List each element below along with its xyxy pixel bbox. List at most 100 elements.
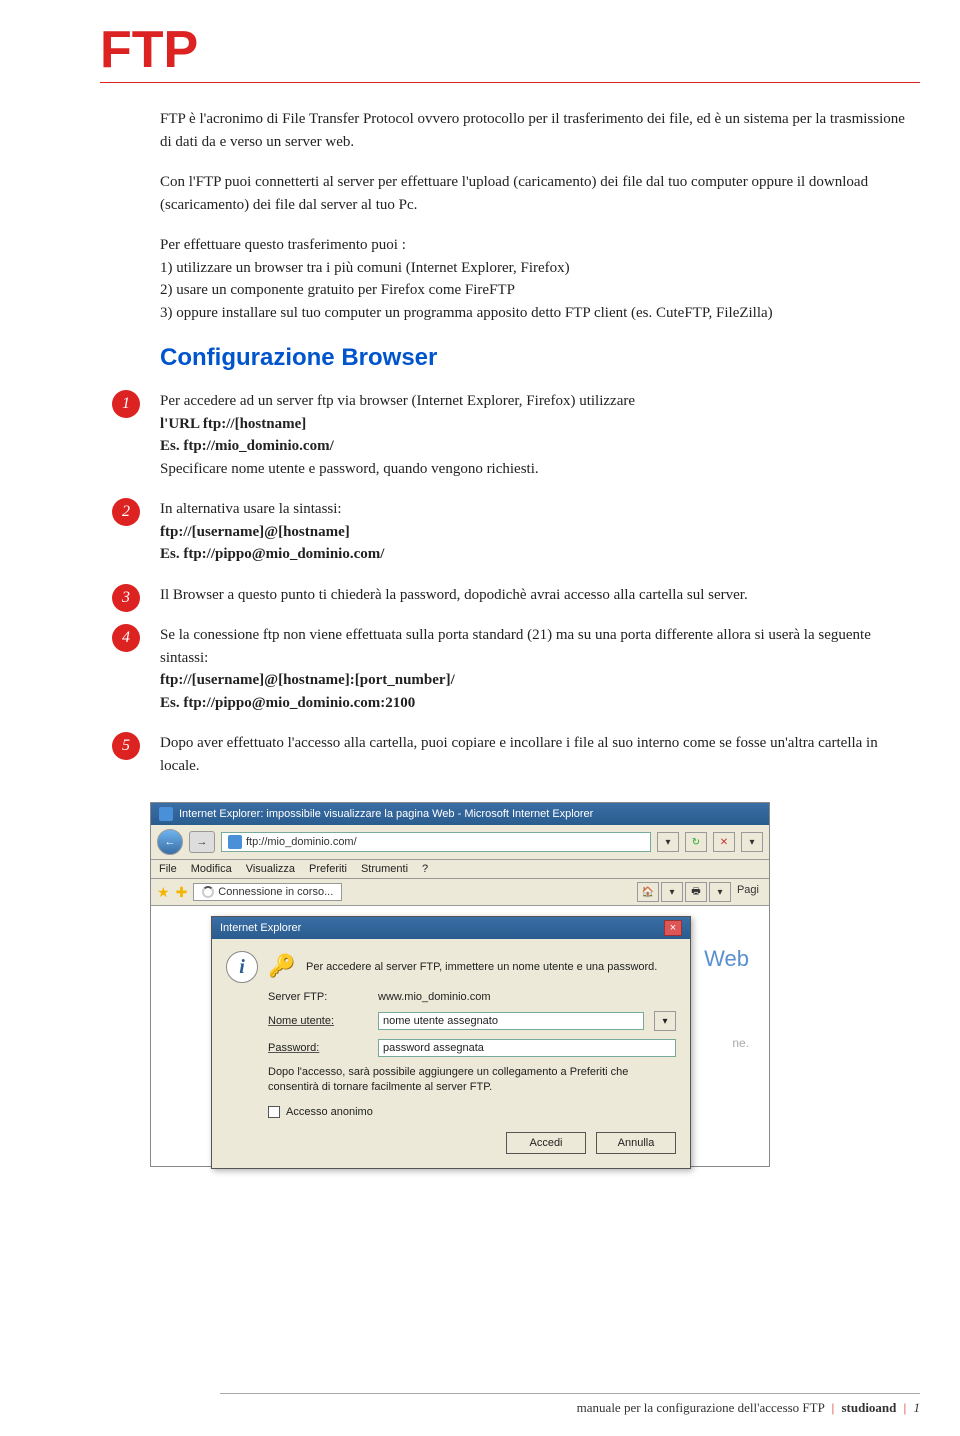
stop-button[interactable]: ✕ (713, 832, 735, 852)
content-area: FTP è l'acronimo di File Transfer Protoc… (100, 108, 920, 1167)
dialog-body: i Per accedere al server FTP, immettere … (212, 939, 690, 1168)
server-value: www.mio_dominio.com (378, 991, 490, 1003)
address-text: ftp://mio_dominio.com/ (246, 836, 357, 848)
menu-file[interactable]: File (159, 863, 177, 875)
anon-label: Accesso anonimo (286, 1106, 373, 1118)
gray-text: ne. (732, 1036, 749, 1050)
step-text: Se la conessione ftp non viene effettuat… (160, 624, 920, 714)
feeds-button[interactable]: ▾ (661, 882, 683, 902)
window-titlebar: Internet Explorer: impossibile visualizz… (151, 803, 769, 825)
user-input[interactable]: nome utente assegnato (378, 1012, 644, 1030)
page-title: FTP (100, 20, 920, 83)
step-line-bold: Es. ftp://pippo@mio_dominio.com/ (160, 546, 384, 562)
separator-icon: | (832, 1400, 835, 1415)
bullet-icon: 1 (112, 390, 140, 418)
step-line-bold: ftp://[username]@[hostname]:[port_number… (160, 672, 455, 688)
dialog-titlebar: Internet Explorer × (212, 917, 690, 939)
step-line: Il Browser a questo punto ti chiederà la… (160, 587, 748, 603)
step-text: Il Browser a questo punto ti chiederà la… (160, 584, 920, 607)
page-icon (228, 835, 242, 849)
step-3: 3 Il Browser a questo punto ti chiederà … (160, 584, 920, 607)
add-favorite-icon[interactable]: ✚ (176, 884, 188, 901)
pass-input[interactable]: password assegnata (378, 1039, 676, 1057)
print-button[interactable]: 🖶 (685, 882, 707, 902)
dialog-note: Dopo l'accesso, sarà possibile aggiunger… (268, 1065, 676, 1096)
address-bar[interactable]: ftp://mio_dominio.com/ (221, 832, 651, 852)
step-line-bold: Es. ftp://pippo@mio_dominio.com:2100 (160, 695, 415, 711)
user-label: Nome utente: (268, 1015, 368, 1027)
page-label: Pagi (733, 882, 763, 902)
refresh-button[interactable]: ↻ (685, 832, 707, 852)
menu-view[interactable]: Visualizza (246, 863, 295, 875)
pass-row: Password: password assegnata (268, 1039, 676, 1057)
ie-icon (159, 807, 173, 821)
step-line-bold: ftp://[username]@[hostname] (160, 524, 350, 540)
intro-paragraph-3: Per effettuare questo trasferimento puoi… (160, 234, 920, 324)
page-body: Web ne. Internet Explorer × i Per accede… (151, 906, 769, 1166)
step-4: 4 Se la conessione ftp non viene effettu… (160, 624, 920, 714)
tab[interactable]: Connessione in corso... (193, 883, 342, 901)
page-button[interactable]: ▾ (709, 882, 731, 902)
anon-checkbox[interactable] (268, 1106, 280, 1118)
close-button[interactable]: × (664, 920, 682, 936)
anon-row: Accesso anonimo (268, 1106, 676, 1118)
footer-text: manuale per la configurazione dell'acces… (577, 1400, 825, 1415)
step-text: Dopo aver effettuato l'accesso alla cart… (160, 732, 920, 777)
star-icon[interactable]: ★ (157, 884, 170, 901)
home-button[interactable]: 🏠 (637, 882, 659, 902)
info-icon: i (226, 951, 258, 983)
dropdown-button[interactable]: ▾ (657, 832, 679, 852)
step-1: 1 Per accedere ad un server ftp via brow… (160, 390, 920, 480)
key-icon (268, 953, 296, 981)
page-footer: manuale per la configurazione dell'acces… (220, 1393, 920, 1416)
back-button[interactable]: ← (157, 829, 183, 855)
step-line: Dopo aver effettuato l'accesso alla cart… (160, 735, 878, 774)
step-text: Per accedere ad un server ftp via browse… (160, 390, 920, 480)
cancel-button[interactable]: Annulla (596, 1132, 676, 1154)
menu-favorites[interactable]: Preferiti (309, 863, 347, 875)
loading-icon (202, 886, 214, 898)
step-line: Specificare nome utente e password, quan… (160, 461, 539, 477)
login-button[interactable]: Accedi (506, 1132, 586, 1154)
dialog-message-row: i Per accedere al server FTP, immettere … (226, 951, 676, 983)
window-title: Internet Explorer: impossibile visualizz… (179, 808, 593, 820)
user-row: Nome utente: nome utente assegnato ▾ (268, 1011, 676, 1031)
step-line: Per accedere ad un server ftp via browse… (160, 393, 635, 409)
search-dropdown[interactable]: ▾ (741, 832, 763, 852)
bullet-icon: 5 (112, 732, 140, 760)
footer-brand: studioand (841, 1400, 896, 1415)
bullet-icon: 4 (112, 624, 140, 652)
server-row: Server FTP: www.mio_dominio.com (268, 991, 676, 1003)
user-dropdown[interactable]: ▾ (654, 1011, 676, 1031)
dialog-message: Per accedere al server FTP, immettere un… (306, 961, 676, 973)
step-line-bold: l'URL ftp://[hostname] (160, 416, 306, 432)
step-line-bold: Es. ftp://mio_dominio.com/ (160, 438, 334, 454)
server-label: Server FTP: (268, 991, 368, 1003)
step-2: 2 In alternativa usare la sintassi: ftp:… (160, 498, 920, 566)
section-heading: Configurazione Browser (160, 344, 920, 372)
favorites-bar: ★ ✚ Connessione in corso... 🏠 ▾ 🖶 ▾ Pagi (151, 879, 769, 906)
intro-paragraph-2: Con l'FTP puoi connetterti al server per… (160, 171, 920, 216)
forward-button[interactable]: → (189, 831, 215, 853)
separator-icon: | (904, 1400, 907, 1415)
step-5: 5 Dopo aver effettuato l'accesso alla ca… (160, 732, 920, 777)
step-line: In alternativa usare la sintassi: (160, 501, 342, 517)
bullet-icon: 2 (112, 498, 140, 526)
toolbar-right: 🏠 ▾ 🖶 ▾ Pagi (637, 882, 763, 902)
intro-paragraph-1: FTP è l'acronimo di File Transfer Protoc… (160, 108, 920, 153)
pass-label: Password: (268, 1042, 368, 1054)
step-text: In alternativa usare la sintassi: ftp://… (160, 498, 920, 566)
menu-bar: File Modifica Visualizza Preferiti Strum… (151, 860, 769, 879)
auth-dialog: Internet Explorer × i Per accedere al se… (211, 916, 691, 1169)
menu-edit[interactable]: Modifica (191, 863, 232, 875)
bullet-icon: 3 (112, 584, 140, 612)
tab-label: Connessione in corso... (218, 886, 333, 898)
menu-help[interactable]: ? (422, 863, 428, 875)
web-text: Web (704, 946, 749, 972)
dialog-title: Internet Explorer (220, 922, 301, 934)
step-line: Se la conessione ftp non viene effettuat… (160, 627, 871, 666)
nav-bar: ← → ftp://mio_dominio.com/ ▾ ↻ ✕ ▾ (151, 825, 769, 860)
dialog-buttons: Accedi Annulla (226, 1128, 676, 1158)
menu-tools[interactable]: Strumenti (361, 863, 408, 875)
ie-window: Internet Explorer: impossibile visualizz… (150, 802, 770, 1167)
